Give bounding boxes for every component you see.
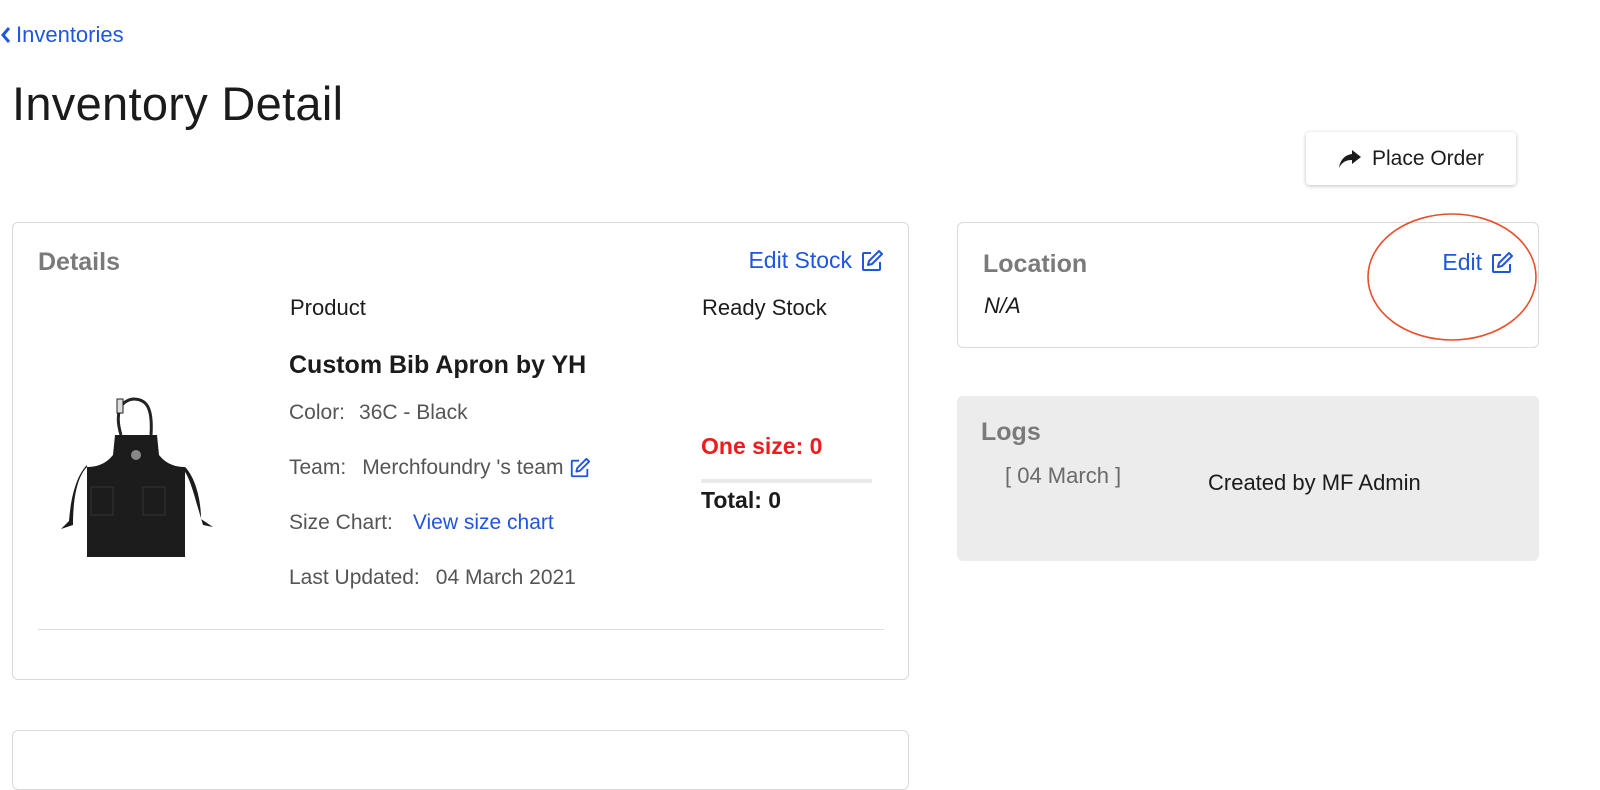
team-label: Team: (289, 456, 347, 479)
place-order-label: Place Order (1371, 146, 1485, 170)
logs-card: Logs [ 04 March ] Created by MF Admin (957, 396, 1539, 561)
color-value: 36C - Black (359, 401, 468, 424)
details-card: Details Edit Stock Product Ready Stock C… (12, 222, 909, 680)
share-arrow-icon (1338, 149, 1361, 168)
edit-location-label: Edit (1442, 249, 1482, 275)
page-title: Inventory Detail (12, 77, 344, 130)
chevron-left-icon (1, 27, 11, 43)
edit-team-icon[interactable] (569, 457, 591, 479)
stock-divider (701, 479, 872, 483)
apron-image (61, 397, 213, 557)
last-updated-label: Last Updated: (289, 566, 420, 589)
details-heading: Details (38, 248, 120, 276)
edit-icon (1492, 251, 1513, 273)
size-chart-row: Size Chart: View size chart (289, 511, 554, 535)
last-updated-value: 04 March 2021 (435, 566, 576, 589)
product-name: Custom Bib Apron by YH (289, 351, 587, 379)
place-order-button[interactable]: Place Order (1306, 132, 1516, 185)
edit-location-link[interactable]: Edit (1442, 249, 1514, 276)
back-to-inventories-link[interactable]: Inventories (0, 22, 124, 48)
location-card: Location N/A Edit (957, 222, 1539, 348)
ready-stock-column-header: Ready Stock (702, 295, 827, 320)
back-link-label: Inventories (16, 22, 124, 47)
team-value: Merchfoundry 's team (362, 456, 564, 479)
edit-stock-link[interactable]: Edit Stock (748, 247, 884, 274)
edit-icon (862, 249, 883, 271)
location-value: N/A (984, 293, 1021, 318)
next-card (12, 730, 909, 790)
last-updated-row: Last Updated: 04 March 2021 (289, 566, 576, 590)
log-entry-date: [ 04 March ] (1005, 463, 1122, 488)
size-chart-label: Size Chart: (289, 511, 393, 534)
log-entry-text: Created by MF Admin (1208, 470, 1421, 495)
color-label: Color: (289, 401, 346, 424)
product-column-header: Product (290, 295, 366, 320)
location-heading: Location (983, 250, 1088, 278)
stock-total: Total: 0 (701, 487, 782, 513)
edit-stock-label: Edit Stock (748, 247, 852, 273)
one-size-stock: One size: 0 (701, 433, 823, 459)
view-size-chart-link[interactable]: View size chart (413, 511, 554, 535)
team-row: Team: Merchfoundry 's team (289, 456, 591, 480)
card-divider (38, 629, 884, 630)
logs-heading: Logs (981, 418, 1041, 446)
color-row: Color: 36C - Black (289, 401, 468, 425)
